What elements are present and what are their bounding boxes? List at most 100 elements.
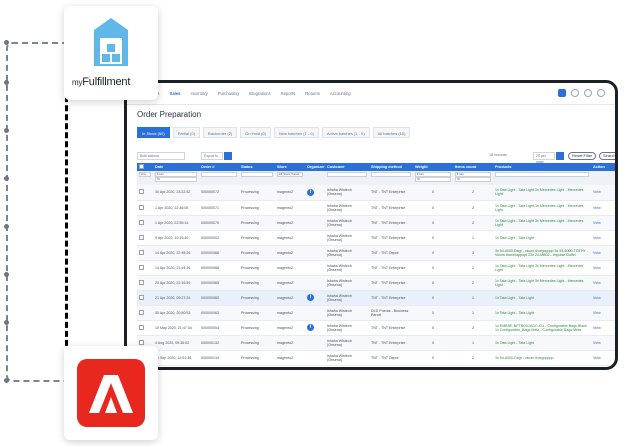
view-link[interactable]: View xyxy=(591,230,615,246)
col-shipping[interactable]: Shipping method xyxy=(369,163,413,171)
view-link[interactable]: View xyxy=(591,290,615,306)
weight-to-filter[interactable]: To xyxy=(415,177,451,182)
view-link[interactable]: View xyxy=(591,305,615,321)
col-store[interactable]: Store xyxy=(275,163,305,171)
checkbox[interactable] xyxy=(139,294,144,300)
table-row[interactable]: 30 Apr 2020, 20:50:53 000000063 Processing… xyxy=(137,305,615,321)
row-checkbox[interactable] xyxy=(137,260,153,276)
info-icon[interactable]: i xyxy=(307,188,314,196)
checkbox[interactable] xyxy=(139,219,144,225)
store-filter[interactable]: All Store Views xyxy=(277,172,303,177)
checkbox[interactable] xyxy=(139,264,144,270)
checkbox[interactable] xyxy=(139,204,144,210)
tab-new-batches[interactable]: New batches (1 - 0) xyxy=(273,127,319,138)
col-order[interactable]: Order # xyxy=(199,163,239,171)
view-link[interactable]: View xyxy=(591,260,615,276)
table-row[interactable]: 14 Apr 2020, 22:45:26 000000066 Processing… xyxy=(137,245,615,261)
col-products[interactable]: Products xyxy=(493,163,591,171)
view-link[interactable]: View xyxy=(591,200,615,216)
view-link[interactable]: View xyxy=(591,350,615,366)
date-cell: 21 Apr 2020, 09:27:24 xyxy=(153,290,199,306)
nav-purchasing[interactable]: Purchasing xyxy=(218,91,239,96)
per-page-button[interactable] xyxy=(556,152,564,160)
customer-filter[interactable] xyxy=(327,172,367,177)
order-cell: 000000068 xyxy=(199,260,239,276)
notifications-icon[interactable] xyxy=(558,89,566,97)
date-from-filter[interactable]: From xyxy=(155,172,197,177)
reset-filter-button[interactable]: Reset Filter xyxy=(568,152,597,160)
checkbox[interactable] xyxy=(139,309,144,315)
row-checkbox[interactable] xyxy=(137,245,153,261)
tab-active-batches[interactable]: Active batches (1 - 0) xyxy=(321,127,370,138)
checkbox[interactable] xyxy=(139,234,144,240)
nav-returns[interactable]: Returns xyxy=(305,91,320,96)
checkbox[interactable] xyxy=(139,189,144,195)
tab-partial[interactable]: Partial (0) xyxy=(172,127,201,138)
nav-integrations[interactable]: Integrations xyxy=(249,91,271,96)
items-to-filter[interactable]: To xyxy=(455,177,491,182)
table-row[interactable]: 20 Apr 2020, 22:15:59 000000065 Processing… xyxy=(137,275,615,291)
col-items[interactable]: Items count xyxy=(453,163,493,171)
table-row[interactable]: 30 Apr 2020, 23:22:52 000000072 Processing… xyxy=(137,185,615,201)
row-checkbox[interactable] xyxy=(137,320,153,336)
checkbox[interactable] xyxy=(139,339,144,345)
col-date[interactable]: Date xyxy=(153,163,199,171)
close-icon[interactable] xyxy=(584,89,592,97)
table-row[interactable]: 10 May 2020, 21:47:34 000000054 Processing… xyxy=(137,320,615,336)
table-row[interactable]: 1 Apr 2020, 22:46:05 000000071 Processing m… xyxy=(137,200,615,216)
checkbox[interactable] xyxy=(139,249,144,255)
select-all-header[interactable] xyxy=(137,163,153,171)
search-button[interactable]: Search xyxy=(599,152,615,160)
col-status[interactable]: Status xyxy=(239,163,275,171)
help-icon[interactable] xyxy=(571,89,579,97)
table-row[interactable]: 9 Apr 2020, 10:15:40 000000002 Processing m… xyxy=(137,230,615,246)
table-row[interactable]: 1 Apr 2020, 22:55:14 000000070 Processing m… xyxy=(137,215,615,231)
shipping-cell: TNT - TNT Enterprise xyxy=(369,200,413,216)
export-button[interactable] xyxy=(224,152,232,160)
user-icon[interactable] xyxy=(597,89,605,97)
view-link[interactable]: View xyxy=(591,275,615,291)
tab-backorder[interactable]: Backorder (2) xyxy=(203,127,238,138)
tab-on-hold[interactable]: On Hold (0) xyxy=(240,127,271,138)
tab-all-batches[interactable]: All batches (10) xyxy=(372,127,411,138)
shipping-filter[interactable] xyxy=(371,172,411,177)
nav-sales[interactable]: Sales xyxy=(170,91,181,96)
row-checkbox[interactable] xyxy=(137,305,153,321)
view-link[interactable]: View xyxy=(591,335,615,351)
status-filter[interactable] xyxy=(241,172,273,177)
view-link[interactable]: View xyxy=(591,320,615,336)
col-customer[interactable]: Customer xyxy=(325,163,369,171)
table-row[interactable]: 21 Apr 2020, 09:27:24 000000060 Processing… xyxy=(137,290,615,306)
order-filter[interactable] xyxy=(201,172,237,177)
info-icon[interactable]: i xyxy=(307,294,314,301)
nav-inventory[interactable]: Inventory xyxy=(190,91,207,96)
date-to-filter[interactable]: To xyxy=(155,177,197,182)
row-checkbox[interactable] xyxy=(137,200,153,216)
col-weight[interactable]: Weight xyxy=(413,163,453,171)
per-page-select[interactable]: 20 per page xyxy=(533,152,555,164)
view-link[interactable]: View xyxy=(591,185,615,201)
nav-reports[interactable]: Reports xyxy=(281,91,296,96)
bulk-actions-select[interactable]: Bulk actions xyxy=(137,152,185,160)
nav-accounting[interactable]: Accounting xyxy=(330,91,351,96)
row-checkbox[interactable] xyxy=(137,215,153,231)
products-filter[interactable] xyxy=(495,172,589,177)
checkbox[interactable] xyxy=(139,279,144,285)
table-row[interactable]: 4 Aug 2020, 09:35:02 000000132 Processing m… xyxy=(137,335,615,351)
checkbox[interactable] xyxy=(139,324,144,330)
items-from-filter[interactable]: From xyxy=(455,172,491,177)
row-checkbox[interactable] xyxy=(137,275,153,291)
col-organizer[interactable]: Organizer xyxy=(305,163,325,171)
tab-in-stock[interactable]: In Stock (50) xyxy=(137,127,170,138)
row-checkbox[interactable] xyxy=(137,290,153,306)
row-checkbox[interactable] xyxy=(137,185,153,201)
export-select[interactable]: Export to... xyxy=(201,152,223,160)
table-row[interactable]: 14 Apr 2020, 21:44:26 000000068 Processing… xyxy=(137,260,615,276)
table-row[interactable]: 21 Sep 2020, 12:51:46 000000134 Processing… xyxy=(137,350,615,366)
view-link[interactable]: View xyxy=(591,215,615,231)
weight-from-filter[interactable]: From xyxy=(415,172,451,177)
any-filter[interactable]: Any xyxy=(139,172,151,177)
info-icon[interactable]: i xyxy=(307,324,314,331)
view-link[interactable]: View xyxy=(591,245,615,261)
row-checkbox[interactable] xyxy=(137,230,153,246)
